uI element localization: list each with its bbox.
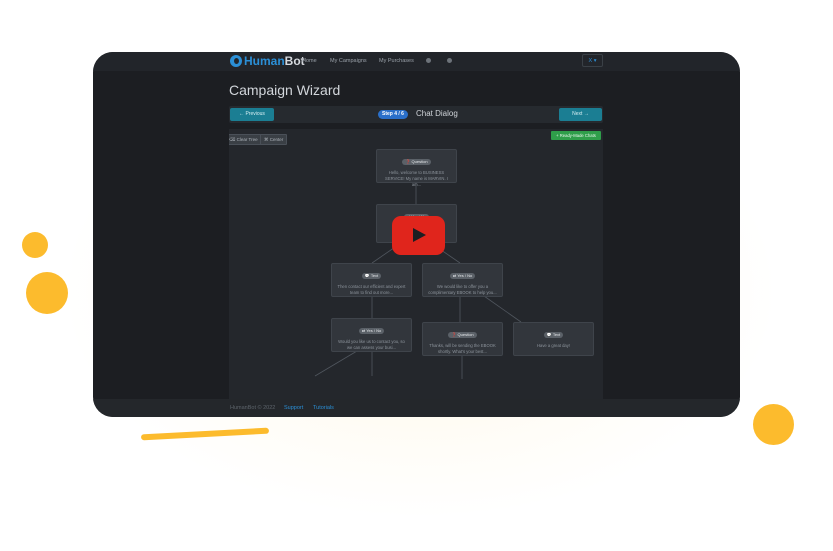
play-button-icon[interactable]	[392, 216, 445, 255]
logo-icon	[230, 55, 242, 67]
page-title: Campaign Wizard	[229, 82, 341, 98]
language-dropdown[interactable]: X ▾	[582, 54, 603, 67]
footer-copyright: HumanBot © 2022	[230, 405, 276, 411]
video-frame[interactable]: HumanBot Home My Campaigns My Purchases …	[93, 52, 740, 417]
nav-my-purchases[interactable]: My Purchases	[379, 58, 414, 64]
flow-node[interactable]: 💬 Text Have a great day!	[513, 322, 594, 356]
next-button[interactable]: Next →	[559, 108, 602, 121]
node-text: Hello, welcome to BUSINESS SERVICE! My n…	[385, 170, 448, 187]
footer-support-link[interactable]: Support	[284, 405, 303, 411]
node-text: We would like to offer you a complimenta…	[428, 284, 497, 295]
node-type-badge: ❓ Question	[448, 332, 477, 338]
footer: HumanBot © 2022 Support Tutorials	[93, 399, 740, 417]
clear-tree-button[interactable]: ⌫ Clear Tree	[229, 134, 262, 145]
node-type-badge: 💬 Text	[543, 332, 564, 338]
ready-made-chats-button[interactable]: + Ready-Made Chats	[551, 131, 601, 140]
step-badge: Step 4 / 6	[378, 110, 408, 119]
decorative-dot-small	[22, 232, 48, 258]
account-icon[interactable]	[447, 58, 452, 63]
node-type-badge: ⇄ Yes / No	[358, 328, 385, 334]
flow-node[interactable]: ⇄ Yes / No Would you like us to contact …	[331, 318, 412, 352]
nav-my-campaigns[interactable]: My Campaigns	[330, 58, 367, 64]
flow-node[interactable]: 💬 Text Then contact our efficient and ex…	[331, 263, 412, 297]
previous-button[interactable]: ← Previous	[230, 108, 274, 121]
node-text: Have a great day!	[536, 343, 571, 348]
flow-node[interactable]: ⇄ Yes / No We would like to offer you a …	[422, 263, 503, 297]
decorative-dot-large	[26, 272, 68, 314]
navbar: HumanBot Home My Campaigns My Purchases …	[93, 52, 740, 71]
logo[interactable]: HumanBot	[244, 54, 305, 68]
node-text: Then contact our efficient and expert te…	[337, 284, 406, 295]
node-type-badge: ⇄ Yes / No	[449, 273, 476, 279]
center-button[interactable]: ⌘ Center	[260, 134, 288, 145]
flow-node[interactable]: ❓ Question Thanks, will be sending the E…	[422, 322, 503, 356]
flow-node[interactable]: ❓ Question Hello, welcome to BUSINESS SE…	[376, 149, 457, 187]
node-type-badge: 💬 Text	[361, 273, 382, 279]
flow-canvas[interactable]: ⌫ Clear Tree ⌘ Center + Ready-Made Chats…	[229, 129, 603, 417]
footer-tutorials-link[interactable]: Tutorials	[313, 405, 334, 411]
node-type-badge: ❓ Question	[402, 159, 431, 165]
step-title: Chat Dialog	[416, 109, 458, 118]
nav-home[interactable]: Home	[302, 58, 317, 64]
settings-icon[interactable]	[426, 58, 431, 63]
node-text: Thanks, will be sending the EBOOK shortl…	[429, 343, 496, 354]
node-text: Would you like us to contact you, so we …	[338, 339, 405, 350]
decorative-dot-right	[753, 404, 794, 445]
